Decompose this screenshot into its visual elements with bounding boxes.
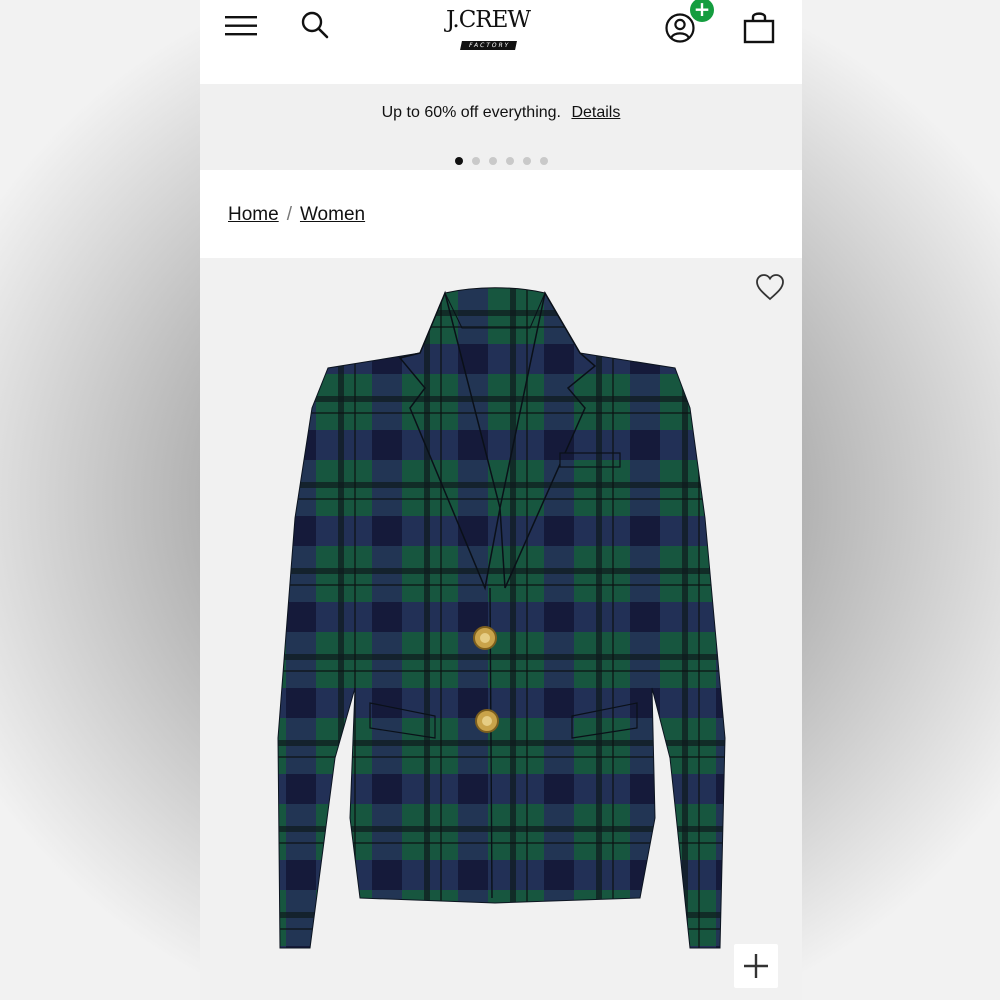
menu-icon[interactable] — [225, 14, 259, 38]
carousel-dot[interactable] — [488, 157, 497, 165]
logo-subtitle: FACTORY — [459, 41, 517, 50]
site-header: J.CREW FACTORY + — [200, 0, 802, 84]
breadcrumb-separator: / — [286, 204, 292, 225]
carousel-dot[interactable] — [454, 157, 463, 165]
breadcrumb-home[interactable]: Home — [228, 204, 279, 225]
carousel-dot[interactable] — [539, 157, 548, 165]
account-badge: + — [690, 0, 714, 22]
breadcrumb: Home / Women — [228, 204, 365, 226]
search-icon[interactable] — [300, 10, 330, 40]
heart-icon[interactable] — [754, 272, 786, 302]
brand-logo[interactable]: J.CREW FACTORY — [438, 7, 538, 50]
product-image-area — [200, 258, 802, 1000]
promo-banner: Up to 60% off everything. Details — [200, 84, 802, 170]
promo-text: Up to 60% off everything. — [381, 104, 561, 121]
zoom-plus-button[interactable] — [734, 944, 778, 988]
carousel-dot[interactable] — [522, 157, 531, 165]
bag-icon[interactable] — [742, 10, 776, 44]
breadcrumb-women[interactable]: Women — [300, 204, 365, 225]
product-image[interactable] — [200, 258, 802, 1000]
plus-icon — [744, 954, 768, 978]
promo-details-link[interactable]: Details — [571, 104, 620, 121]
carousel-dots — [200, 157, 802, 165]
carousel-dot[interactable] — [471, 157, 480, 165]
logo-wordmark: J.CREW — [445, 7, 531, 33]
phone-screen: J.CREW FACTORY + Up to 60% off everythin… — [200, 0, 802, 1000]
carousel-dot[interactable] — [505, 157, 514, 165]
